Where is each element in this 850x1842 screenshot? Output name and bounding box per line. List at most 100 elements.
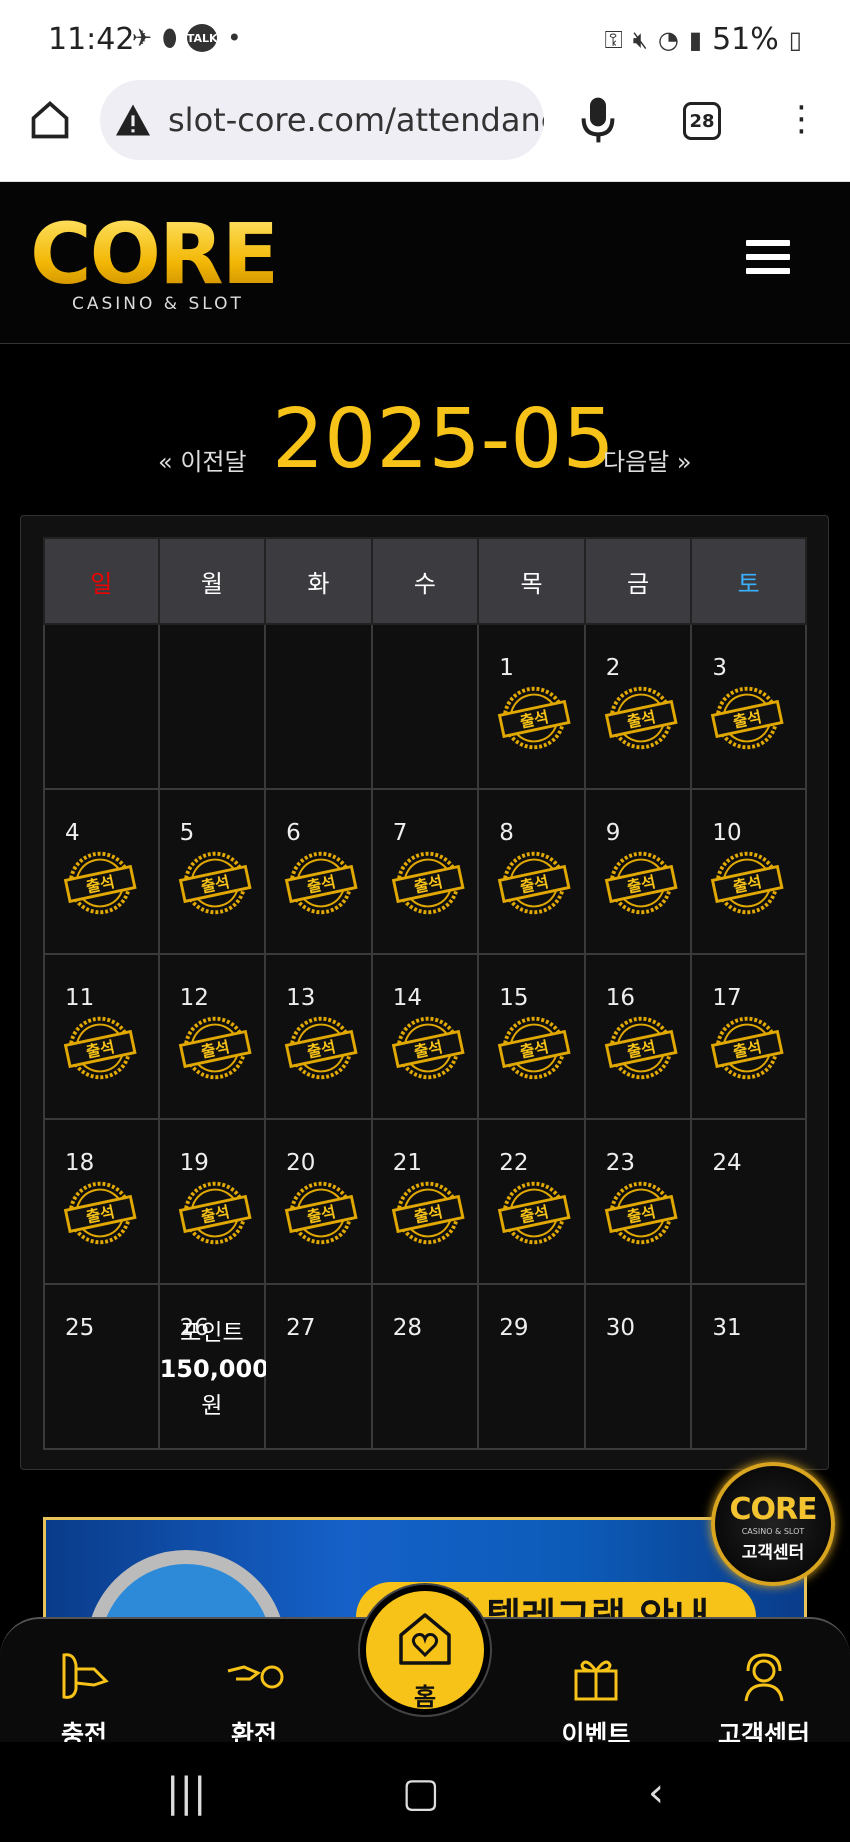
recents-icon[interactable]: ||| <box>166 1770 206 1816</box>
next-month-link[interactable]: 다음달 » <box>603 442 692 477</box>
calendar-empty-cell <box>264 623 373 790</box>
mute-icon: 🔇︎ <box>632 25 648 54</box>
attendance-stamp-icon: 출석 <box>495 844 573 922</box>
calendar-week: 1 출석 2 출석 3 출석 <box>43 623 807 790</box>
calendar-day-20: 20 출석 <box>264 1118 373 1285</box>
home-system-icon[interactable]: ▢ <box>402 1770 440 1816</box>
status-bar: 11:42 ✈ ⬮ TALK • ⚿ 🔇︎ ◔ ▮ 51% ▯ <box>0 0 850 78</box>
attendance-stamp-icon: 출석 <box>602 844 680 922</box>
browser-toolbar: slot-core.com/attendanc 28 · · · <box>0 78 850 182</box>
charge-icon <box>62 1653 109 1699</box>
attendance-stamp-icon: 출석 <box>708 844 786 922</box>
attendance-stamp-icon: 출석 <box>495 1009 573 1087</box>
calendar-day-26: 26 포인트 150,000 원 <box>157 1283 269 1450</box>
calendar-day-12: 12 출석 <box>157 953 267 1120</box>
more-menu-icon[interactable]: · · · <box>796 91 807 149</box>
day-number: 31 <box>712 1315 742 1341</box>
calendar-day-22: 22 출석 <box>477 1118 586 1285</box>
calendar-day-27: 27 <box>264 1283 373 1450</box>
attendance-stamp-icon: 출석 <box>708 1009 786 1087</box>
banner-graphic <box>86 1550 286 1627</box>
site-logo[interactable]: CORE CASINO & SLOT <box>30 212 279 314</box>
back-icon[interactable]: ‹ <box>648 1770 664 1816</box>
month-navigation: « 이전달 2025-05 다음달 » <box>0 392 850 492</box>
calendar-day-4: 4 출석 <box>43 788 160 955</box>
day-number: 6 <box>286 820 301 846</box>
calendar-empty-cell <box>157 623 267 790</box>
day-number: 30 <box>605 1315 636 1341</box>
weekday-4: 목 <box>477 537 586 625</box>
day-number: 2 <box>605 655 621 681</box>
nav-charge[interactable]: 충전 <box>24 1649 144 1751</box>
attendance-stamp-icon: 출석 <box>61 1174 139 1252</box>
microphone-icon[interactable] <box>578 96 618 144</box>
prev-month-link[interactable]: « 이전달 <box>158 442 247 477</box>
nav-support[interactable]: 고객센터 <box>704 1649 824 1751</box>
kakaotalk-icon: TALK <box>187 24 218 52</box>
hamburger-menu-icon[interactable] <box>746 240 790 276</box>
tab-switcher-button[interactable]: 28 <box>683 102 721 140</box>
calendar-day-29: 29 <box>477 1283 586 1450</box>
url-text: slot-core.com/attendanc <box>168 101 544 139</box>
attendance-stamp-icon: 출석 <box>495 679 573 757</box>
address-bar[interactable]: slot-core.com/attendanc <box>100 80 544 160</box>
calendar-week: 4 출석 5 출석 6 출석 7 출석 8 출석 9 출석 10 출석 <box>43 788 807 955</box>
point-amount: 150,000 <box>159 1355 269 1383</box>
attendance-stamp-icon: 출석 <box>61 1009 139 1087</box>
calendar-day-8: 8 출석 <box>477 788 586 955</box>
calendar-day-23: 23 출석 <box>583 1118 693 1285</box>
day-number: 1 <box>499 655 514 681</box>
system-navigation-bar: ||| ▢ ‹ <box>0 1742 850 1842</box>
day-number: 9 <box>605 820 621 846</box>
home-icon[interactable] <box>28 98 72 142</box>
attendance-stamp-icon: 출석 <box>495 1174 573 1252</box>
day-number: 25 <box>65 1315 95 1341</box>
calendar-day-7: 7 출석 <box>370 788 480 955</box>
battery-icon: ▯ <box>788 25 802 54</box>
day-number: 7 <box>392 820 408 846</box>
nav-home-button[interactable]: 홈 <box>360 1585 490 1715</box>
floating-support-button[interactable]: CORE CASINO & SLOT 고객센터 <box>711 1462 835 1586</box>
day-number: 16 <box>605 985 636 1011</box>
attendance-stamp-icon: 출석 <box>602 1174 680 1252</box>
calendar-day-18: 18 출석 <box>43 1118 160 1285</box>
key-icon: ⚿ <box>604 25 623 54</box>
weekday-6: 토 <box>690 537 807 625</box>
calendar-week: 18 출석 19 출석 20 출석 21 출석 22 출석 23 출석 24 <box>43 1118 807 1285</box>
day-number: 12 <box>179 985 209 1011</box>
calendar-day-21: 21 출석 <box>370 1118 480 1285</box>
calendar-day-13: 13 출석 <box>264 953 373 1120</box>
weekday-5: 금 <box>583 537 693 625</box>
attendance-stamp-icon: 출석 <box>389 1174 467 1252</box>
attendance-stamp-icon: 출석 <box>602 679 680 757</box>
calendar-week: 11 출석 12 출석 13 출석 14 출석 15 출석 16 출석 17 출석 <box>43 953 807 1120</box>
calendar-day-1: 1 출석 <box>477 623 586 790</box>
day-number: 10 <box>712 820 742 846</box>
day-number: 18 <box>65 1150 95 1176</box>
month-title: 2025-05 <box>272 392 615 487</box>
attendance-stamp-icon: 출석 <box>708 679 786 757</box>
calendar-day-17: 17 출석 <box>690 953 807 1120</box>
attendance-stamp-icon: 출석 <box>282 844 360 922</box>
mute-notification-icon: ✈ <box>132 24 153 52</box>
site-header: CORE CASINO & SLOT <box>0 182 850 344</box>
day-number: 24 <box>712 1150 742 1176</box>
nav-exchange[interactable]: 환전 <box>194 1649 314 1751</box>
calendar-empty-cell <box>370 623 480 790</box>
calendar-day-30: 30 <box>583 1283 693 1450</box>
exchange-icon <box>227 1665 284 1689</box>
calendar-day-6: 6 출석 <box>264 788 373 955</box>
calendar-day-15: 15 출석 <box>477 953 586 1120</box>
nav-event[interactable]: 이벤트 <box>536 1649 656 1751</box>
day-number: 29 <box>499 1315 529 1341</box>
heart-house-icon <box>399 1613 451 1665</box>
calendar-day-14: 14 출석 <box>370 953 480 1120</box>
attendance-stamp-icon: 출석 <box>389 844 467 922</box>
day-number: 22 <box>499 1150 529 1176</box>
calendar-day-31: 31 <box>690 1283 807 1450</box>
weekday-0: 일 <box>43 537 160 625</box>
day-number: 13 <box>286 985 316 1011</box>
weekday-3: 수 <box>370 537 480 625</box>
calendar-day-2: 2 출석 <box>583 623 693 790</box>
gift-icon <box>574 1660 618 1701</box>
